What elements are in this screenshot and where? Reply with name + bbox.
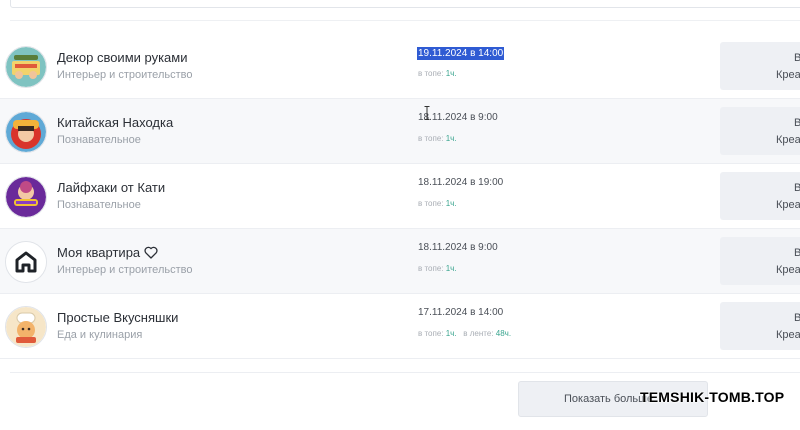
top-value: 1ч.	[445, 199, 457, 208]
channel-category: Интерьер и строительство	[57, 264, 193, 276]
list-item: Китайская Находка Познавательное 18.11.2…	[0, 99, 800, 164]
top-value: 1ч.	[445, 329, 457, 338]
house-icon	[5, 241, 47, 283]
stats-line: в топе: 1ч.	[418, 134, 457, 143]
button-label-top: В	[794, 117, 800, 129]
button-label-bottom: Креа	[776, 134, 800, 146]
channel-name[interactable]: Китайская Находка	[57, 115, 173, 130]
stats-line: в топе: 1ч.	[418, 199, 457, 208]
top-label: в топе:	[418, 134, 444, 143]
top-value: 1ч.	[445, 134, 457, 143]
stats-line: в топе: 1ч.	[418, 69, 457, 78]
channel-name[interactable]: Моя квартира	[57, 245, 158, 260]
channel-category: Интерьер и строительство	[57, 69, 193, 81]
channel-category: Познавательное	[57, 134, 141, 146]
channel-name[interactable]: Лайфхаки от Кати	[57, 180, 165, 195]
top-label: в топе:	[418, 199, 444, 208]
button-label-top: В	[794, 52, 800, 64]
button-label-bottom: Креа	[776, 329, 800, 341]
channel-category: Еда и кулинария	[57, 329, 143, 341]
create-button[interactable]: В Креа	[720, 237, 800, 285]
top-label: в топе:	[418, 264, 444, 273]
publish-date: 18.11.2024 в 19:00	[418, 177, 504, 188]
create-button[interactable]: В Креа	[720, 42, 800, 90]
button-label-top: В	[794, 182, 800, 194]
button-label-top: В	[794, 312, 800, 324]
list-item: Простые Вкусняшки Еда и кулинария 17.11.…	[0, 294, 800, 359]
stats-line: в топе: 1ч.	[418, 264, 457, 273]
publish-date: 19.11.2024 в 14:00	[417, 47, 505, 60]
top-value: 1ч.	[445, 264, 457, 273]
divider	[10, 20, 800, 21]
chinese-girl-icon	[5, 111, 47, 153]
heart-icon[interactable]	[144, 246, 158, 259]
chef-icon	[5, 306, 47, 348]
channel-category: Познавательное	[57, 199, 141, 211]
channel-name-text: Моя квартира	[57, 245, 141, 260]
publish-date: 18.11.2024 в 9:00	[418, 242, 498, 253]
create-button[interactable]: В Креа	[720, 107, 800, 155]
channel-name[interactable]: Простые Вкусняшки	[57, 310, 178, 325]
button-label-bottom: Креа	[776, 264, 800, 276]
create-button[interactable]: В Креа	[720, 302, 800, 350]
top-label: в топе:	[418, 329, 444, 338]
watermark: TEMSHIK-TOMB.TOP	[640, 389, 785, 405]
list-item: Моя квартира Интерьер и строительство 18…	[0, 229, 800, 294]
button-label-bottom: Креа	[776, 199, 800, 211]
create-button[interactable]: В Креа	[720, 172, 800, 220]
feed-label: в ленте:	[463, 329, 494, 338]
feed-value: 48ч.	[495, 329, 512, 338]
divider	[10, 372, 800, 373]
list-item: Декор своими руками Интерьер и строитель…	[0, 34, 800, 99]
lifehack-icon	[5, 176, 47, 218]
top-value: 1ч.	[445, 69, 457, 78]
top-label: в топе:	[418, 69, 444, 78]
text-cursor-icon	[424, 106, 430, 120]
search-input[interactable]	[10, 0, 800, 8]
button-label-top: В	[794, 247, 800, 259]
publish-date: 17.11.2024 в 14:00	[418, 307, 504, 318]
channel-list: Декор своими руками Интерьер и строитель…	[0, 34, 800, 359]
craft-hands-icon	[5, 46, 47, 88]
list-item: Лайфхаки от Кати Познавательное 18.11.20…	[0, 164, 800, 229]
channel-name[interactable]: Декор своими руками	[57, 50, 188, 65]
button-label-bottom: Креа	[776, 69, 800, 81]
stats-line: в топе: 1ч. в ленте: 48ч.	[418, 329, 511, 338]
